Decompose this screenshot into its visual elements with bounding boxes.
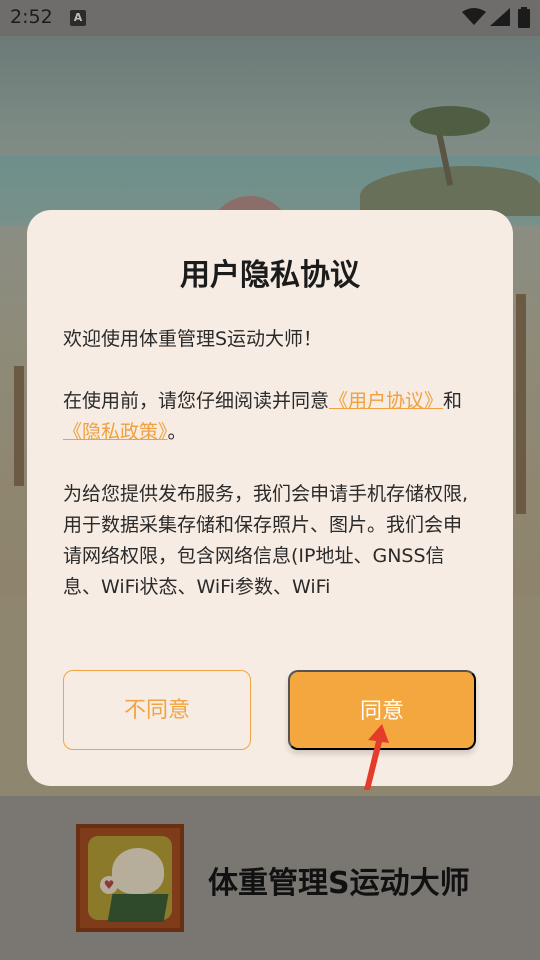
status-bar: 2:52 A [0,0,540,36]
user-agreement-link[interactable]: 《用户协议》 [329,390,443,412]
privacy-policy-link[interactable]: 《隐私政策》 [63,421,168,443]
annotation-arrow-icon [364,724,389,790]
palm-leaf-illustration [410,106,490,136]
signal-icon [490,8,510,26]
a-badge-icon: A [70,10,86,26]
wifi-icon [462,8,486,25]
puppy-icon [112,848,164,894]
scale-icon [107,894,169,922]
privacy-dialog: 用户隐私协议 欢迎使用体重管理S运动大师！ 在使用前，请您仔细阅读并同意《用户协… [27,210,513,786]
heart-icon: ♥ [100,876,118,894]
disagree-button[interactable]: 不同意 [63,670,251,750]
app-name: 体重管理S运动大师 [208,866,470,901]
battery-icon [518,7,530,28]
consent-text: 在使用前，请您仔细阅读并同意《用户协议》和《隐私政策》。 [63,390,463,443]
permissions-text: 为给您提供发布服务，我们会申请手机存储权限, 用于数据采集存储和保存照片、图片。… [63,483,469,598]
fence-post-illustration [14,366,24,486]
app-logo-icon: ♥ [76,824,184,932]
dialog-body[interactable]: 欢迎使用体重管理S运动大师！ 在使用前，请您仔细阅读并同意《用户协议》和《隐私政… [63,324,477,624]
fence-post-illustration [516,294,526,514]
status-time: 2:52 [10,6,53,28]
dialog-title: 用户隐私协议 [180,258,360,293]
welcome-text: 欢迎使用体重管理S运动大师！ [63,328,323,350]
splash-footer: ♥ 体重管理S运动大师 [0,796,540,960]
